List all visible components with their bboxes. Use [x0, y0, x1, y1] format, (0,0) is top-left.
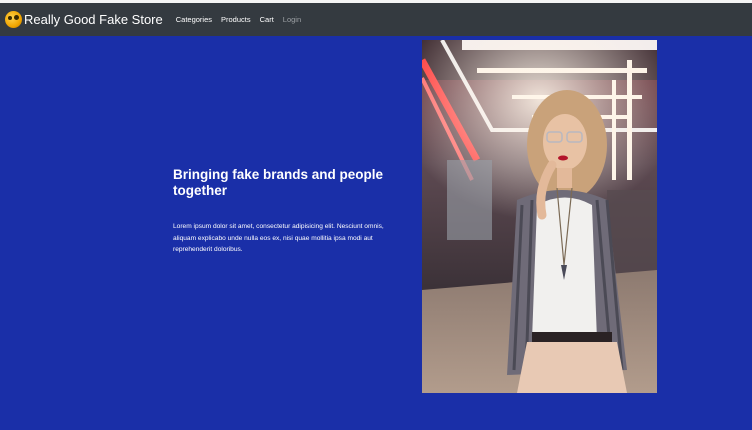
hero-section: Bringing fake brands and people together…	[0, 36, 752, 430]
navbar: Really Good Fake Store Categories Produc…	[0, 3, 752, 36]
hero-copy: Bringing fake brands and people together…	[173, 167, 405, 256]
smiley-emoji-icon	[5, 11, 22, 28]
nav-link-categories[interactable]: Categories	[176, 15, 212, 24]
nav-link-cart[interactable]: Cart	[260, 15, 274, 24]
nav-menu: Categories Products Cart Login	[176, 15, 310, 24]
nav-link-products[interactable]: Products	[221, 15, 251, 24]
brand-name: Really Good Fake Store	[24, 12, 163, 27]
hero-title: Bringing fake brands and people together	[173, 167, 384, 198]
nav-link-login[interactable]: Login	[283, 15, 301, 24]
hero-image	[422, 40, 657, 393]
brand-link[interactable]: Really Good Fake Store	[5, 11, 163, 28]
hero-image-illustration	[422, 40, 657, 393]
hero-description: Lorem ipsum dolor sit amet, consectetur …	[173, 223, 384, 253]
